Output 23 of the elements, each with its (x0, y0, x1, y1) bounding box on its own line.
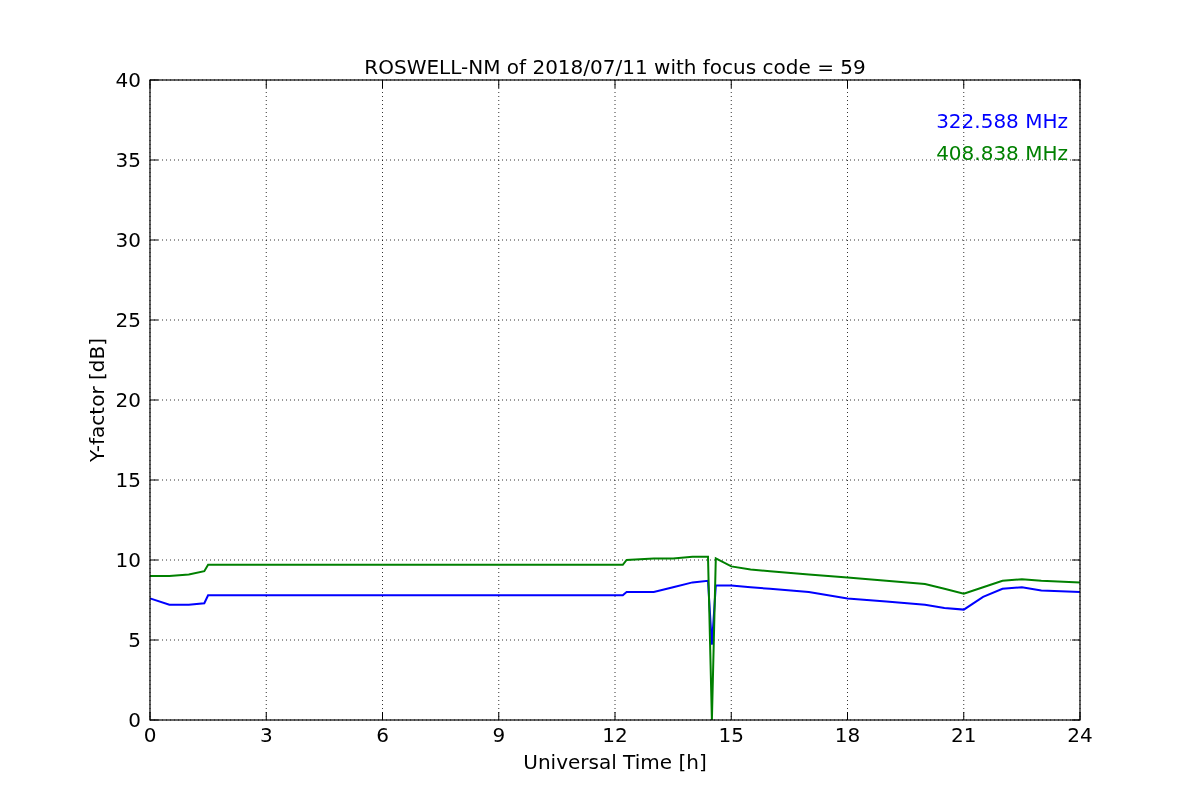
tick-label: 21 (951, 723, 977, 747)
tick-label: 25 (115, 308, 141, 332)
tick-label: 9 (492, 723, 506, 747)
tick-label: 3 (259, 723, 273, 747)
tick-label: 35 (115, 148, 141, 172)
tick-label: 18 (834, 723, 861, 747)
tick-label: 15 (115, 468, 141, 492)
tick-label: 12 (602, 723, 628, 747)
tick-label: 6 (376, 723, 389, 747)
chart-title: ROSWELL-NM of 2018/07/11 with focus code = 59 (364, 55, 866, 79)
tick-label: 5 (128, 628, 141, 652)
tick-label: 30 (115, 228, 141, 252)
tick-label: 24 (1067, 723, 1093, 747)
tick-label: 0 (128, 708, 141, 732)
tick-label: 15 (718, 723, 744, 747)
tick-label: 0 (143, 723, 157, 747)
tick-label: 40 (115, 68, 141, 92)
axis-label: Y-factor [dB] (85, 338, 109, 462)
legend-label: 322.588 MHz (936, 109, 1068, 133)
tick-label: 10 (115, 548, 141, 572)
axis-label: Universal Time [h] (523, 750, 707, 774)
legend-label: 408.838 MHz (936, 141, 1068, 165)
tick-label: 20 (115, 388, 141, 412)
